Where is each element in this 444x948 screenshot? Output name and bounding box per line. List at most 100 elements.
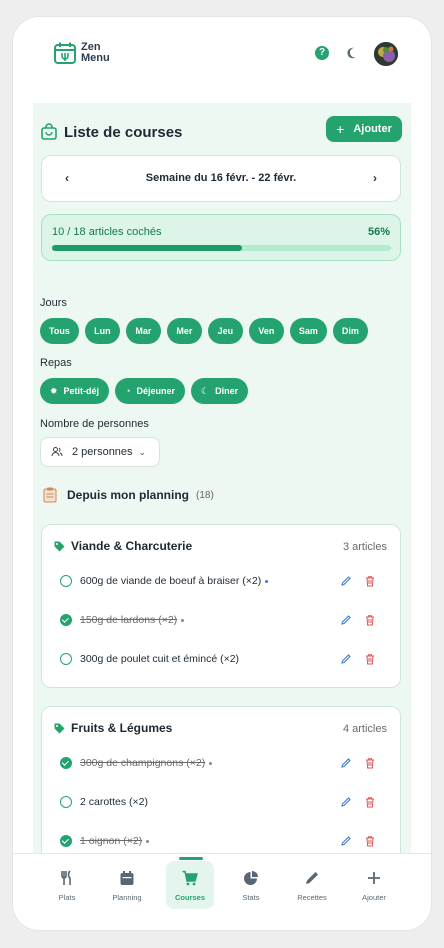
nav-label: Planning bbox=[112, 893, 142, 902]
edit-icon[interactable] bbox=[340, 796, 352, 808]
day-chip-tous[interactable]: Tous bbox=[40, 318, 79, 344]
meal-chip-breakfast[interactable]: ✹ Petit-déj bbox=[40, 378, 110, 404]
bottom-nav: Plats Planning Courses Stats Recettes Aj… bbox=[13, 853, 431, 930]
progress-card: 10 / 18 articles cochés 56% bbox=[41, 214, 401, 261]
category-title: Viande & Charcuterie bbox=[71, 539, 193, 553]
list-item[interactable]: 600g de viande de boeuf à braiser (×2) bbox=[60, 571, 392, 591]
calendar-fork-icon bbox=[54, 42, 76, 64]
category-header: Viande & Charcuterie bbox=[54, 539, 192, 553]
day-chip-sam[interactable]: Sam bbox=[289, 318, 327, 344]
progress-label: 10 / 18 articles cochés bbox=[52, 226, 162, 238]
nav-item-plats[interactable]: Plats bbox=[42, 870, 92, 910]
edit-icon[interactable] bbox=[340, 757, 352, 769]
nav-item-stats[interactable]: Stats bbox=[226, 870, 276, 910]
nav-item-recettes[interactable]: Recettes bbox=[287, 870, 337, 910]
trash-icon[interactable] bbox=[364, 575, 376, 587]
nav-label: Stats bbox=[242, 893, 260, 902]
day-chip-ven[interactable]: Ven bbox=[248, 318, 284, 344]
phone-frame: Zen Menu ? Liste de courses + Ajouter ‹ … bbox=[13, 17, 431, 930]
dark-mode-toggle-icon[interactable] bbox=[346, 46, 360, 60]
avatar[interactable] bbox=[374, 42, 398, 66]
chevron-right-icon[interactable]: › bbox=[367, 170, 383, 186]
unchecked-circle-icon[interactable] bbox=[60, 653, 72, 665]
cart-icon bbox=[182, 870, 198, 886]
logo-line-2: Menu bbox=[81, 52, 110, 64]
trash-icon[interactable] bbox=[364, 614, 376, 626]
day-chip-mer[interactable]: Mer bbox=[166, 318, 202, 344]
trash-icon[interactable] bbox=[364, 653, 376, 665]
checked-circle-icon[interactable] bbox=[60, 835, 72, 847]
edit-icon[interactable] bbox=[340, 575, 352, 587]
meal-chip-label: Déjeuner bbox=[136, 386, 176, 396]
list-item[interactable]: 150g de lardons (×2) bbox=[60, 610, 392, 630]
list-item[interactable]: 2 carottes (×2) bbox=[60, 792, 392, 812]
help-button[interactable]: ? bbox=[315, 46, 329, 60]
top-bar: Zen Menu ? bbox=[13, 17, 431, 103]
nav-active-indicator bbox=[179, 857, 203, 860]
meal-chip-lunch[interactable]: ◔ Déjeuner bbox=[115, 378, 186, 404]
planning-title: Depuis mon planning bbox=[67, 488, 189, 502]
category-count: 4 articles bbox=[342, 723, 387, 735]
avatar-image-icon bbox=[374, 42, 398, 66]
list-item[interactable]: 300g de champignons (×2) bbox=[60, 753, 392, 773]
persons-value: 2 personnes bbox=[72, 446, 133, 458]
meal-chip-label: Dîner bbox=[215, 386, 239, 396]
item-text: 150g de lardons (×2) bbox=[80, 614, 178, 626]
sun-icon: ✹ bbox=[50, 385, 58, 396]
day-chip-mar[interactable]: Mar bbox=[125, 318, 161, 344]
unchecked-circle-icon[interactable] bbox=[60, 796, 72, 808]
plus-icon: + bbox=[336, 121, 345, 137]
source-dot bbox=[209, 761, 213, 765]
days-filter: Tous Lun Mar Mer Jeu Ven Sam Dim bbox=[40, 318, 368, 344]
item-text: 600g de viande de boeuf à braiser (×2) bbox=[80, 575, 262, 587]
nav-label: Recettes bbox=[297, 893, 327, 902]
nav-item-ajouter[interactable]: Ajouter bbox=[349, 870, 399, 910]
edit-icon[interactable] bbox=[340, 614, 352, 626]
progress-percent: 56% bbox=[367, 226, 390, 238]
tag-icon bbox=[54, 541, 65, 551]
category-title: Fruits & Légumes bbox=[71, 721, 173, 735]
trash-icon[interactable] bbox=[364, 757, 376, 769]
trash-icon[interactable] bbox=[364, 835, 376, 847]
chevron-down-icon: ⌄ bbox=[138, 446, 147, 457]
edit-icon[interactable] bbox=[340, 835, 352, 847]
persons-select[interactable]: 2 personnes ⌄ bbox=[40, 437, 160, 467]
main-content: Liste de courses + Ajouter ‹ Semaine du … bbox=[33, 103, 411, 873]
nav-item-courses[interactable]: Courses bbox=[165, 870, 215, 910]
nav-item-planning[interactable]: Planning bbox=[102, 870, 152, 910]
page-title: Liste de courses bbox=[64, 123, 183, 141]
shopping-bag-icon bbox=[41, 123, 57, 140]
item-text: 1 oignon (×2) bbox=[80, 835, 143, 847]
item-text: 300g de poulet cuit et émincé (×2) bbox=[80, 653, 240, 665]
nav-label: Plats bbox=[58, 893, 76, 902]
list-item[interactable]: 1 oignon (×2) bbox=[60, 831, 392, 851]
item-text: 2 carottes (×2) bbox=[80, 796, 148, 808]
app-logo[interactable]: Zen Menu bbox=[53, 41, 121, 65]
persons-label: Nombre de personnes bbox=[40, 418, 149, 430]
list-item[interactable]: 300g de poulet cuit et émincé (×2) bbox=[60, 649, 392, 669]
source-dot bbox=[265, 579, 269, 583]
planning-count: (18) bbox=[196, 489, 214, 501]
calendar-icon bbox=[120, 871, 134, 885]
unchecked-circle-icon[interactable] bbox=[60, 575, 72, 587]
planning-section-header: Depuis mon planning (18) bbox=[43, 487, 214, 503]
utensils-icon bbox=[61, 870, 71, 885]
checked-circle-icon[interactable] bbox=[60, 757, 72, 769]
clipboard-icon bbox=[43, 487, 57, 503]
day-chip-lun[interactable]: Lun bbox=[84, 318, 120, 344]
category-count: 3 articles bbox=[342, 541, 387, 553]
day-chip-jeu[interactable]: Jeu bbox=[207, 318, 243, 344]
checked-circle-icon[interactable] bbox=[60, 614, 72, 626]
pencil-icon bbox=[306, 872, 318, 884]
meal-chip-dinner[interactable]: ☾ Dîner bbox=[191, 378, 249, 404]
plus-icon bbox=[368, 872, 380, 884]
tag-icon bbox=[54, 723, 65, 733]
source-dot bbox=[146, 839, 150, 843]
category-header: Fruits & Légumes bbox=[54, 721, 172, 735]
moon-icon: ☾ bbox=[201, 385, 210, 396]
day-chip-dim[interactable]: Dim bbox=[332, 318, 368, 344]
nav-label: Courses bbox=[174, 893, 205, 902]
edit-icon[interactable] bbox=[340, 653, 352, 665]
add-item-button[interactable]: + Ajouter bbox=[326, 116, 402, 142]
trash-icon[interactable] bbox=[364, 796, 376, 808]
